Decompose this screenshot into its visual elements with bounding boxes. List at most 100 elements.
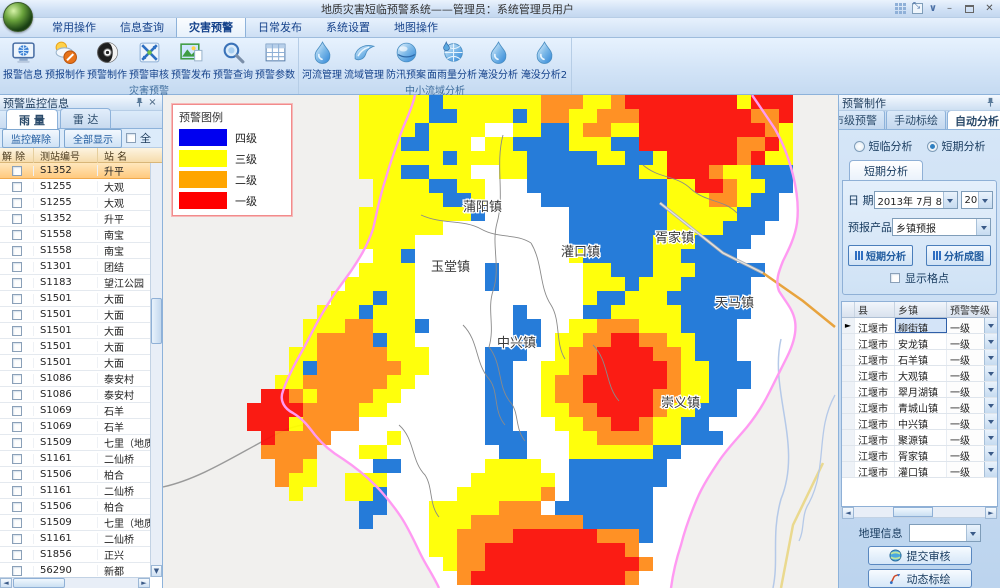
close-panel-icon[interactable]: × xyxy=(146,96,159,109)
dropdown-arrow-icon[interactable] xyxy=(984,318,997,333)
station-checkbox[interactable] xyxy=(12,550,22,560)
town-cell[interactable]: 安龙镇 xyxy=(895,334,947,349)
level-combobox[interactable]: 一级 xyxy=(947,334,997,349)
town-cell[interactable]: 翠月湖镇 xyxy=(895,382,947,397)
station-row[interactable]: S1183 望江公园 xyxy=(0,275,150,291)
station-row[interactable]: S1161 二仙桥 xyxy=(0,531,150,547)
station-checkbox[interactable] xyxy=(12,310,22,320)
town-cell[interactable]: 柳街镇 xyxy=(895,318,947,333)
scrollbar-thumb[interactable] xyxy=(151,298,162,344)
station-checkbox[interactable] xyxy=(12,214,22,224)
station-checkbox[interactable] xyxy=(12,198,22,208)
station-row[interactable]: S1501 大面 xyxy=(0,339,150,355)
maximize-button[interactable] xyxy=(961,2,978,15)
column-remove[interactable]: 解 除 xyxy=(0,148,34,163)
station-checkbox[interactable] xyxy=(12,246,22,256)
menu-item-常用操作[interactable]: 常用操作 xyxy=(40,16,108,37)
township-row[interactable]: 江堰市 胥家镇 一级 xyxy=(842,446,997,462)
township-row[interactable]: 江堰市 翠月湖镇 一级 xyxy=(842,382,997,398)
town-cell[interactable]: 聚源镇 xyxy=(895,430,947,445)
station-row[interactable]: S1069 石羊 xyxy=(0,403,150,419)
station-row[interactable]: S1501 大面 xyxy=(0,307,150,323)
dropdown-arrow-icon[interactable] xyxy=(984,446,997,461)
station-checkbox[interactable] xyxy=(12,454,22,464)
station-checkbox[interactable] xyxy=(12,502,22,512)
station-checkbox[interactable] xyxy=(12,182,22,192)
ribbon-button-淹没分析2[interactable]: 淹没分析2 xyxy=(519,39,569,82)
town-cell[interactable]: 灌口镇 xyxy=(895,462,947,477)
dropdown-arrow-icon[interactable] xyxy=(984,414,997,429)
ribbon-button-流域管理[interactable]: 流域管理 xyxy=(343,39,385,82)
ribbon-button-预警查询[interactable]: 预警查询 xyxy=(212,39,254,82)
app-orb-logo[interactable] xyxy=(3,2,33,32)
date-combobox[interactable]: 2013年 7月 8日 xyxy=(874,191,958,209)
station-checkbox[interactable] xyxy=(12,422,22,432)
column-county[interactable]: 县 xyxy=(855,302,895,317)
scroll-right-icon[interactable]: ► xyxy=(138,578,150,588)
analysis-radio[interactable]: 短期分析 xyxy=(927,138,986,154)
station-checkbox[interactable] xyxy=(12,358,22,368)
hour-combobox[interactable]: 20 xyxy=(961,191,993,209)
dropdown-arrow-icon[interactable] xyxy=(976,219,990,235)
menu-item-信息查询[interactable]: 信息查询 xyxy=(108,16,176,37)
town-cell[interactable]: 胥家镇 xyxy=(895,446,947,461)
station-checkbox[interactable] xyxy=(12,438,22,448)
level-combobox[interactable]: 一级 xyxy=(947,414,997,429)
station-checkbox[interactable] xyxy=(12,262,22,272)
menu-item-日常发布[interactable]: 日常发布 xyxy=(246,16,314,37)
level-combobox[interactable]: 一级 xyxy=(947,350,997,365)
town-cell[interactable]: 青城山镇 xyxy=(895,398,947,413)
level-combobox[interactable]: 一级 xyxy=(947,446,997,461)
select-all-checkbox[interactable] xyxy=(126,133,136,143)
station-row[interactable]: S1161 二仙桥 xyxy=(0,483,150,499)
vertical-scrollbar[interactable]: ▲ ▼ xyxy=(150,163,162,577)
station-row[interactable]: S1856 正兴 xyxy=(0,547,150,563)
monitor-tab[interactable]: 雷 达 xyxy=(60,108,112,128)
short-term-analyze-button[interactable]: 短期分析 xyxy=(848,245,913,266)
station-checkbox[interactable] xyxy=(12,470,22,480)
station-row[interactable]: S1352 升平 xyxy=(0,163,150,179)
scroll-down-icon[interactable]: ▼ xyxy=(151,565,162,577)
station-row[interactable]: S1506 柏合 xyxy=(0,467,150,483)
township-row[interactable]: 江堰市 灌口镇 一级 xyxy=(842,462,997,478)
column-code[interactable]: 测站编号 xyxy=(34,148,98,163)
dropdown-arrow-icon[interactable] xyxy=(984,334,997,349)
level-combobox[interactable]: 一级 xyxy=(947,398,997,413)
pin-icon[interactable] xyxy=(133,96,146,109)
station-row[interactable]: S1509 七里（地质灾 xyxy=(0,435,150,451)
ribbon-button-预警参数[interactable]: 预警参数 xyxy=(254,39,296,82)
release-monitor-button[interactable]: 监控解除 xyxy=(2,129,60,148)
dropdown-arrow-icon[interactable] xyxy=(984,398,997,413)
dropdown-arrow-icon[interactable] xyxy=(984,462,997,477)
chevron-down-icon[interactable]: ∨ xyxy=(929,3,937,14)
level-combobox[interactable]: 一级 xyxy=(947,430,997,445)
dropdown-arrow-icon[interactable] xyxy=(984,382,997,397)
station-checkbox[interactable] xyxy=(12,406,22,416)
ribbon-button-面雨量分析[interactable]: 面雨量分析 xyxy=(427,39,477,82)
submit-review-button[interactable]: 提交审核 xyxy=(868,546,972,565)
station-checkbox[interactable] xyxy=(12,486,22,496)
dropdown-arrow-icon[interactable] xyxy=(943,192,957,208)
dynamic-draw-button[interactable]: 动态标绘 xyxy=(868,569,972,588)
dropdown-arrow-icon[interactable] xyxy=(984,350,997,365)
station-checkbox[interactable] xyxy=(12,534,22,544)
station-row[interactable]: S1352 升平 xyxy=(0,211,150,227)
geo-info-combobox[interactable] xyxy=(909,524,981,542)
level-combobox[interactable]: 一级 xyxy=(947,366,997,381)
station-checkbox[interactable] xyxy=(12,230,22,240)
dropdown-arrow-icon[interactable] xyxy=(978,192,992,208)
station-row[interactable]: S1509 七里（地质灾 xyxy=(0,515,150,531)
show-gridpoints-checkbox[interactable] xyxy=(890,273,900,283)
township-row[interactable]: 江堰市 聚源镇 一级 xyxy=(842,430,997,446)
station-row[interactable]: S1301 团结 xyxy=(0,259,150,275)
station-checkbox[interactable] xyxy=(12,566,22,576)
expand-icon[interactable] xyxy=(912,3,923,14)
town-cell[interactable]: 石羊镇 xyxy=(895,350,947,365)
scrollbar-thumb[interactable] xyxy=(13,578,65,588)
station-row[interactable]: S1558 南宝 xyxy=(0,227,150,243)
warning-make-tab-市级预警[interactable]: 市级预警 xyxy=(839,111,885,129)
menu-item-系统设置[interactable]: 系统设置 xyxy=(314,16,382,37)
town-cell[interactable]: 中兴镇 xyxy=(895,414,947,429)
monitor-tab[interactable]: 雨 量 xyxy=(6,109,58,129)
horizontal-scrollbar[interactable]: ◄ ► xyxy=(841,507,998,518)
